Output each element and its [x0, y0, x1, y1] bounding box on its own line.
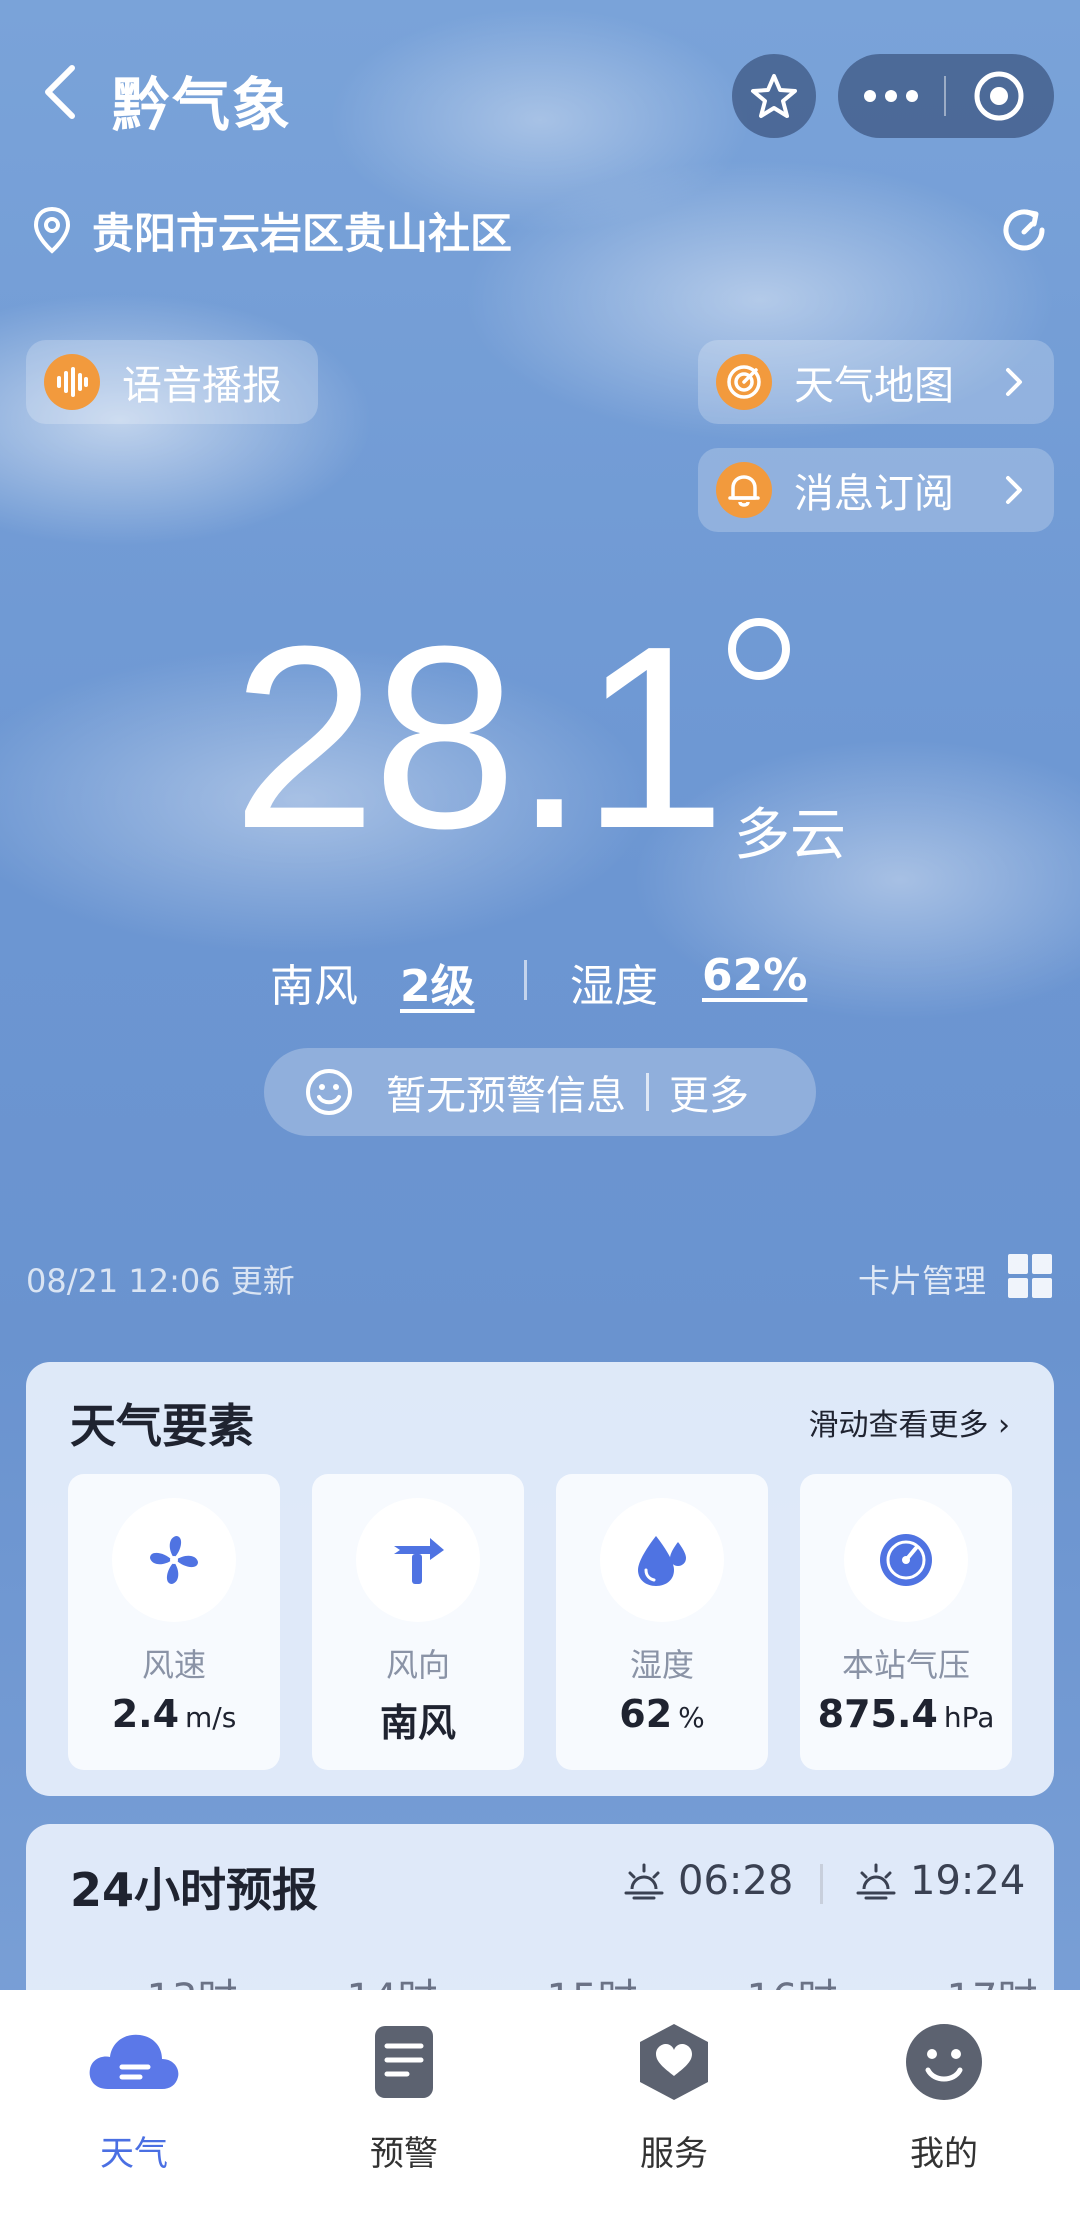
chevron-right-icon: ›: [998, 1408, 1010, 1443]
bottom-tab-bar: 天气 预警 服务 我的: [0, 1990, 1080, 2240]
location-text[interactable]: 贵阳市云岩区贵山社区: [92, 200, 512, 261]
sun-divider: [820, 1864, 823, 1904]
miniprogram-capsule: [838, 54, 1054, 138]
cloud-icon: [86, 2014, 182, 2110]
location-pin-icon: [30, 205, 74, 255]
warning-divider: [646, 1073, 649, 1111]
tab-weather[interactable]: 天气: [34, 2014, 234, 2214]
tile-value-number: 62: [619, 1692, 673, 1736]
weather-elements-title: 天气要素: [70, 1399, 254, 1453]
tile-value: 875.4 hPa: [800, 1692, 1012, 1736]
scroll-more-link[interactable]: 滑动查看更多 ›: [808, 1400, 1010, 1444]
tile-label: 本站气压: [841, 1646, 970, 1684]
more-dots-icon: [864, 90, 918, 102]
forecast-title: 24小时预报: [70, 1863, 319, 1917]
document-icon: [356, 2014, 452, 2110]
radar-icon: [716, 354, 772, 410]
tile-value: 南风: [312, 1692, 524, 1747]
smiley-face-icon: [896, 2014, 992, 2110]
water-drop-icon: [600, 1498, 724, 1622]
tile-value-number: 875.4: [817, 1692, 938, 1736]
warning-more-link[interactable]: 更多: [669, 1063, 749, 1121]
scroll-more-label: 滑动查看更多: [808, 1408, 989, 1443]
weather-map-button[interactable]: 天气地图: [698, 340, 1054, 424]
app-title: 黔气象: [112, 71, 293, 139]
weather-condition: 多云: [734, 803, 846, 868]
tile-value: 62%: [556, 1692, 768, 1736]
sunrise: 06:28: [622, 1858, 793, 1904]
tab-label: 预警: [370, 2134, 438, 2174]
current-temperature: 28.1: [232, 593, 726, 883]
tab-service[interactable]: 服务: [574, 2014, 774, 2214]
sunset-time: 19:24: [910, 1858, 1026, 1904]
target-close-icon: [974, 71, 1024, 121]
weather-elements-tiles: 风速 2.4 m/s 风向 南风 湿度 62% 本站气压 875.4 hPa: [68, 1474, 1012, 1770]
wind-direction-label: 南风: [270, 961, 358, 1012]
voice-broadcast-button[interactable]: 语音播报: [26, 340, 318, 424]
more-button[interactable]: [838, 54, 944, 138]
sunset-icon: [856, 1863, 896, 1900]
tile-label: 湿度: [629, 1646, 694, 1684]
smile-icon: [306, 1069, 352, 1115]
update-time: 08/21 12:06 更新: [26, 1262, 295, 1300]
warning-bar[interactable]: 暂无预警信息 更多: [264, 1048, 816, 1136]
tab-mine[interactable]: 我的: [844, 2014, 1044, 2214]
wind-level-link[interactable]: 2级: [400, 950, 475, 1014]
favorite-button[interactable]: [732, 54, 816, 138]
humidity-value-link[interactable]: 62%: [702, 950, 807, 1001]
tile-value: 2.4 m/s: [68, 1692, 280, 1736]
tile-unit: %: [678, 1701, 705, 1734]
warning-text: 暂无预警信息: [386, 1073, 626, 1119]
tile-unit: m/s: [185, 1701, 237, 1734]
voice-broadcast-label: 语音播报: [122, 363, 282, 409]
sunset: 19:24: [854, 1858, 1025, 1904]
refresh-icon[interactable]: [996, 202, 1052, 258]
bell-icon: [716, 462, 772, 518]
tile-label: 风速: [141, 1646, 206, 1684]
wind-humidity-divider: [524, 960, 527, 1000]
weather-elements-card: 天气要素 滑动查看更多 › 风速 2.4 m/s 风向 南风 湿度 62% 本站…: [26, 1362, 1054, 1796]
tile-wind-direction[interactable]: 风向 南风: [312, 1474, 524, 1770]
message-subscribe-label: 消息订阅: [794, 471, 954, 517]
service-heart-icon: [626, 2014, 722, 2110]
voice-wave-icon: [44, 354, 100, 410]
gauge-icon: [844, 1498, 968, 1622]
wind-humidity-row: 南风 2级 湿度 62%: [0, 950, 1080, 1012]
wind-vane-icon: [356, 1498, 480, 1622]
star-icon: [751, 74, 797, 118]
tile-unit: hPa: [943, 1701, 995, 1734]
tile-value-number: 南风: [379, 1701, 456, 1745]
degree-symbol: [728, 618, 790, 680]
back-icon[interactable]: [40, 62, 80, 122]
message-subscribe-button[interactable]: 消息订阅: [698, 448, 1054, 532]
fan-icon: [112, 1498, 236, 1622]
card-manage-link[interactable]: 卡片管理: [858, 1256, 986, 1302]
tile-value-number: 2.4: [111, 1692, 180, 1736]
tab-label: 服务: [640, 2134, 708, 2174]
tab-label: 天气: [100, 2134, 168, 2174]
tile-humidity[interactable]: 湿度 62%: [556, 1474, 768, 1770]
chevron-right-icon: [1006, 476, 1022, 504]
tab-label: 我的: [910, 2134, 978, 2174]
close-button[interactable]: [946, 54, 1052, 138]
tile-wind-speed[interactable]: 风速 2.4 m/s: [68, 1474, 280, 1770]
grid-icon[interactable]: [1006, 1252, 1054, 1300]
tile-pressure[interactable]: 本站气压 875.4 hPa: [800, 1474, 1012, 1770]
chevron-right-icon: [1006, 368, 1022, 396]
weather-map-label: 天气地图: [794, 363, 954, 409]
sunrise-time: 06:28: [678, 1858, 794, 1904]
tab-warning[interactable]: 预警: [304, 2014, 504, 2214]
tile-label: 风向: [385, 1646, 450, 1684]
humidity-label: 湿度: [570, 961, 658, 1012]
sunrise-icon: [624, 1863, 664, 1900]
